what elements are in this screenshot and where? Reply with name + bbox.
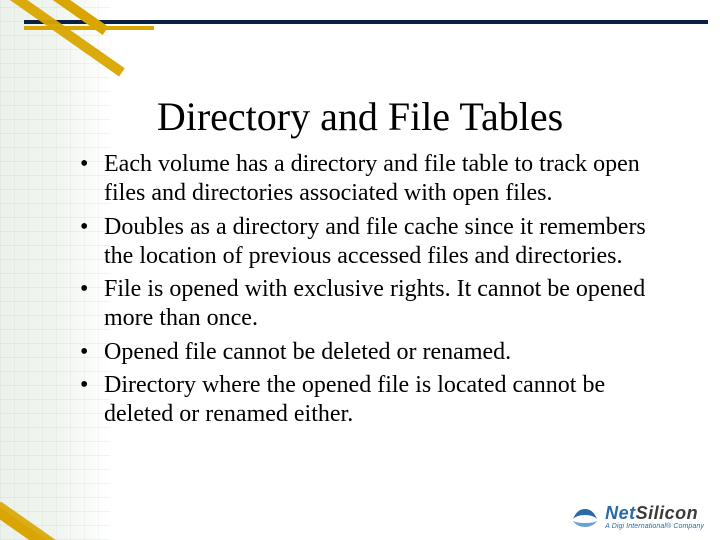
bullet-item: File is opened with exclusive rights. It… — [76, 275, 670, 334]
slide-body: Each volume has a directory and file tab… — [76, 150, 670, 433]
bullet-item: Each volume has a directory and file tab… — [76, 150, 670, 209]
top-rule-navy — [24, 20, 708, 24]
bullet-item: Opened file cannot be deleted or renamed… — [76, 338, 670, 367]
bullet-list: Each volume has a directory and file tab… — [76, 150, 670, 429]
logo-brand-part2: Silicon — [636, 503, 699, 523]
bullet-item: Doubles as a directory and file cache si… — [76, 213, 670, 272]
slide: Directory and File Tables Each volume ha… — [0, 0, 720, 540]
logo-mark-icon — [571, 505, 599, 529]
logo-brand-part1: Net — [605, 503, 636, 523]
logo-brand: NetSilicon — [605, 504, 704, 522]
netsilicon-logo: NetSilicon A Digi International® Company — [571, 504, 704, 530]
top-rule-gold — [24, 26, 154, 30]
logo-tagline: A Digi International® Company — [605, 523, 704, 530]
slide-title: Directory and File Tables — [0, 93, 720, 140]
bullet-item: Directory where the opened file is locat… — [76, 371, 670, 430]
logo-text: NetSilicon A Digi International® Company — [605, 504, 704, 530]
